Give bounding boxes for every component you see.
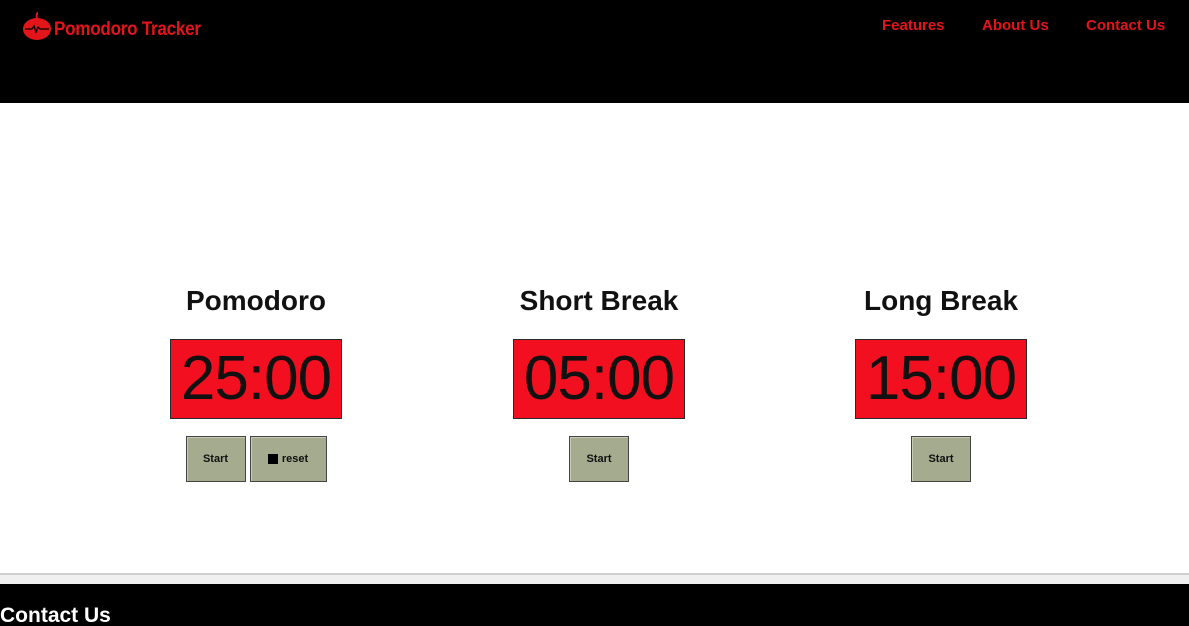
start-button-short-break[interactable]: Start xyxy=(569,436,629,482)
tomato-icon xyxy=(23,12,51,40)
timer-title-short-break: Short Break xyxy=(519,285,679,316)
timer-title-pomodoro: Pomodoro xyxy=(186,285,326,316)
contact-section: Contact Us xyxy=(0,584,1189,626)
stop-icon xyxy=(267,454,278,464)
logo-text: Pomodoro Tracker xyxy=(54,19,201,40)
timer-controls-short-break: Start xyxy=(569,436,629,482)
nav-contact-us[interactable]: Contact Us xyxy=(1086,17,1165,34)
timer-short-break: Short Break 05:00 Start xyxy=(449,283,749,482)
logo[interactable]: Pomodoro Tracker xyxy=(22,12,217,42)
reset-button-label: reset xyxy=(281,453,309,465)
section-divider xyxy=(0,573,1189,584)
timer-display-short-break: 05:00 xyxy=(513,339,685,419)
timer-title-long-break: Long Break xyxy=(863,285,1019,316)
timer-controls-pomodoro: Start reset xyxy=(185,436,327,482)
timer-display-pomodoro: 25:00 xyxy=(170,339,342,419)
timer-controls-long-break: Start xyxy=(911,436,971,482)
nav-about-us[interactable]: About Us xyxy=(982,17,1049,34)
contact-heading: Contact Us xyxy=(0,604,111,626)
timer-display-long-break: 15:00 xyxy=(855,339,1027,419)
timers-section: Pomodoro 25:00 Start reset Short Break 0… xyxy=(0,103,1189,573)
start-button-pomodoro[interactable]: Start xyxy=(185,436,246,482)
timer-long-break: Long Break 15:00 Start xyxy=(791,283,1091,482)
timer-pomodoro: Pomodoro 25:00 Start reset xyxy=(106,283,406,482)
start-button-long-break[interactable]: Start xyxy=(911,436,971,482)
reset-button-pomodoro[interactable]: reset xyxy=(249,436,327,482)
site-header: Pomodoro Tracker Features About Us Conta… xyxy=(0,0,1189,103)
nav-features[interactable]: Features xyxy=(882,17,945,34)
